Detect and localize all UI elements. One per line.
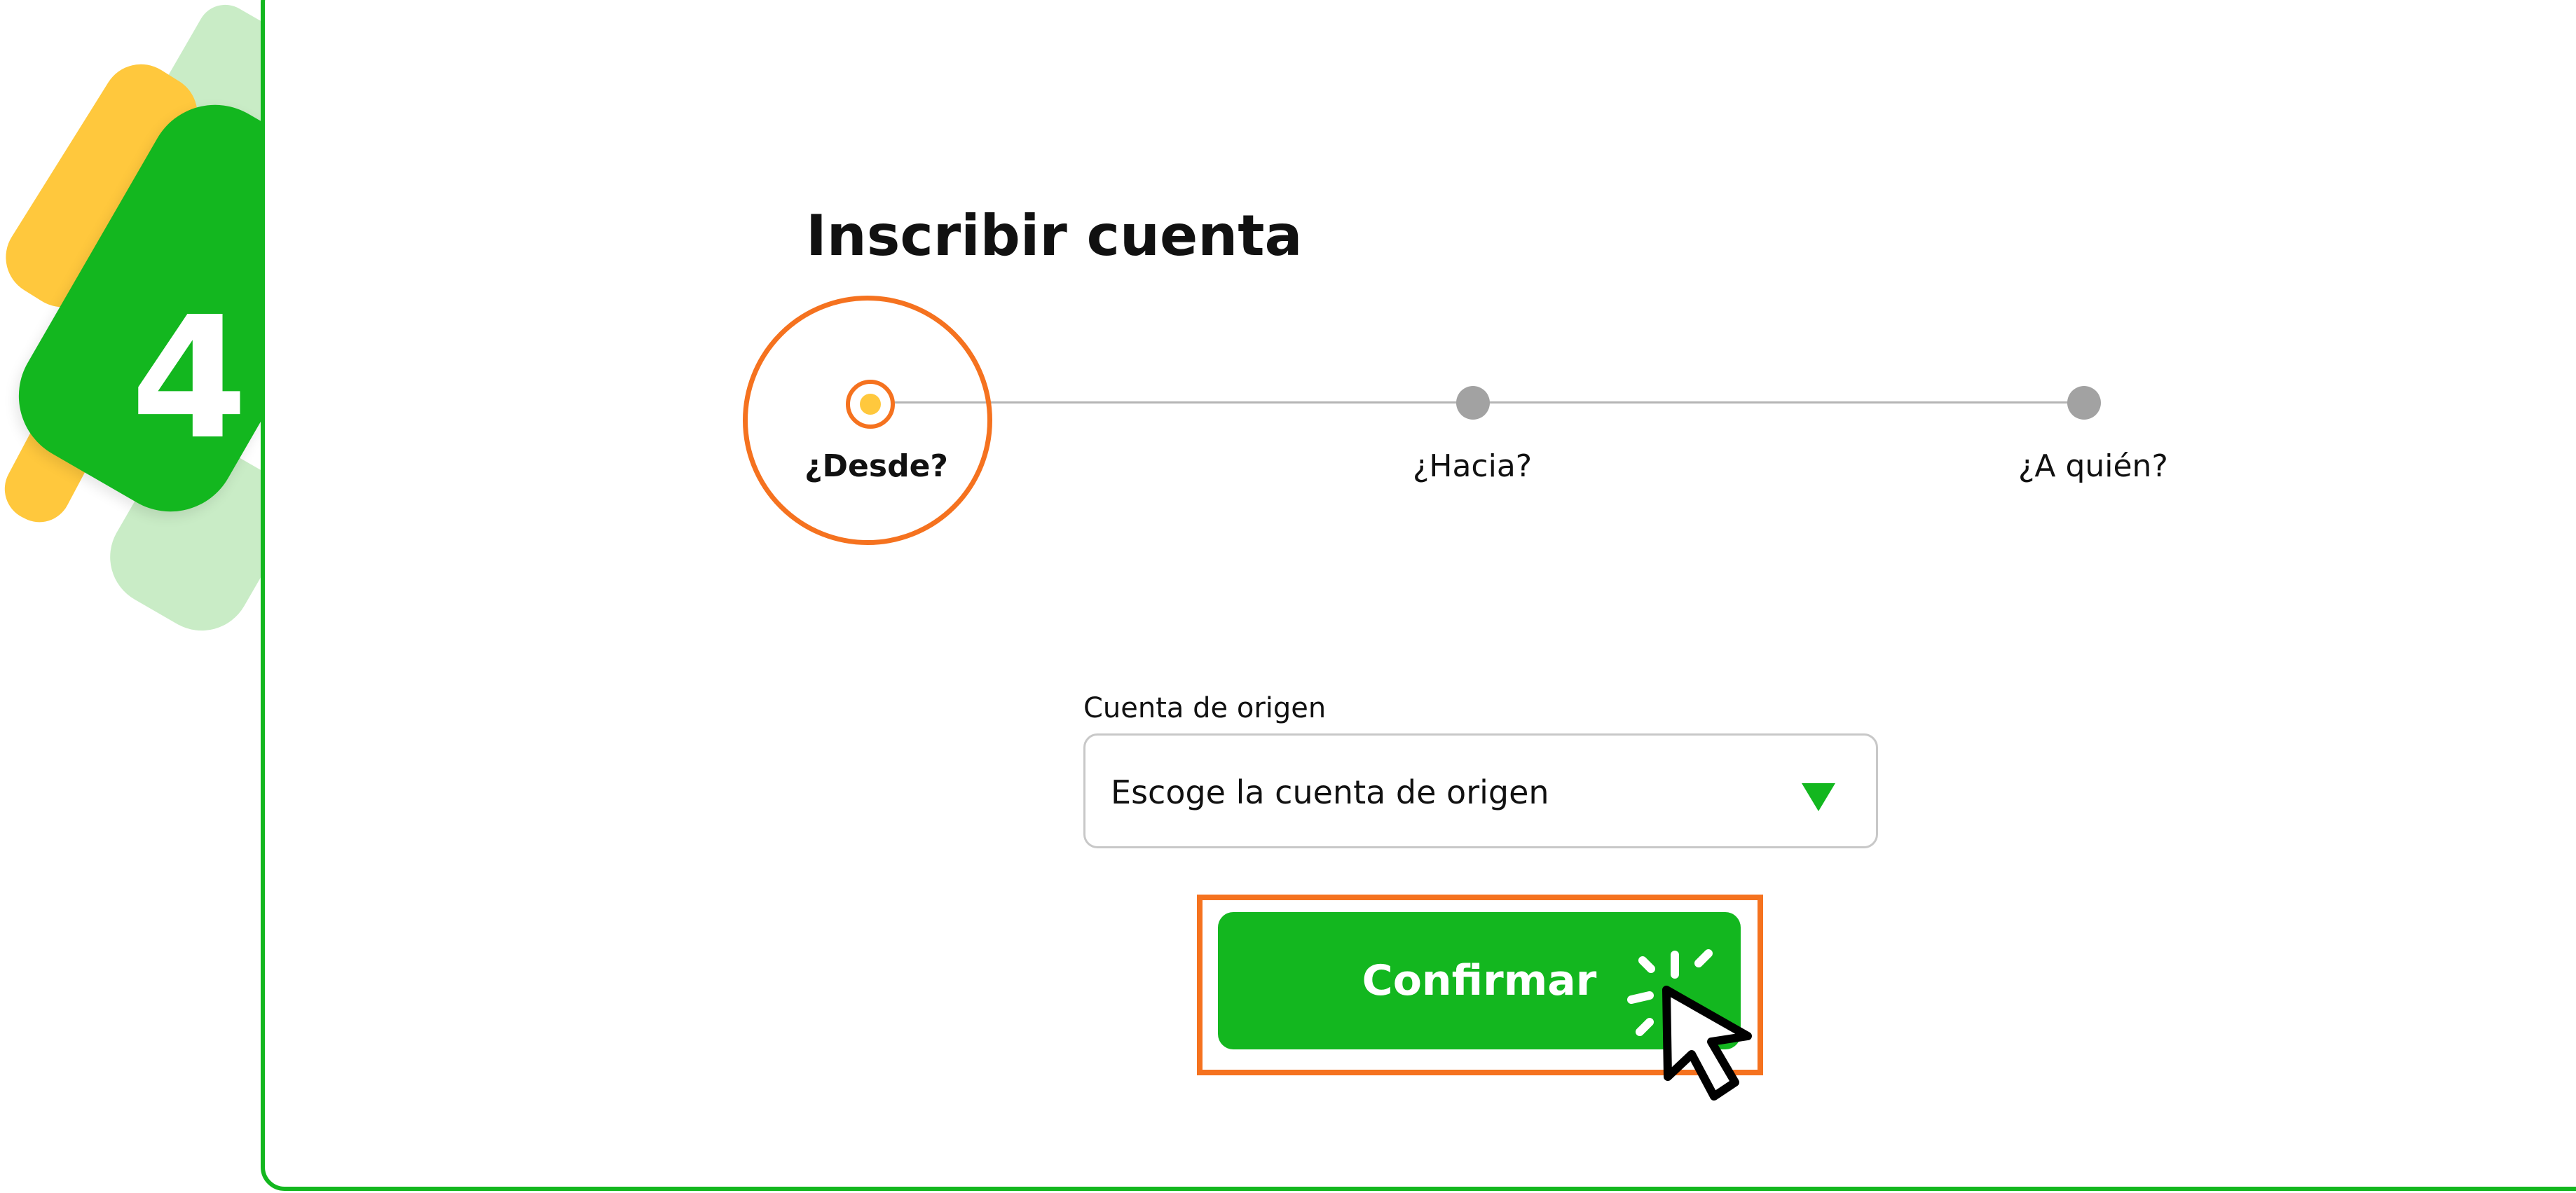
step-indicator <box>1456 386 1490 420</box>
step-indicator-active-fill <box>860 394 881 415</box>
origin-account-label: Cuenta de origen <box>1083 692 1327 724</box>
step-label-hacia: ¿Hacia? <box>1413 448 1533 484</box>
step-label-desde: ¿Desde? <box>804 448 948 484</box>
step-indicator <box>2067 386 2101 420</box>
confirm-button-label: Confirmar <box>1362 956 1597 1005</box>
step-indicator-active <box>846 380 895 429</box>
step-number: 4 <box>130 280 248 476</box>
triangle-down-icon <box>1802 783 1835 811</box>
page-title: Inscribir cuenta <box>806 203 1303 268</box>
step-badge: 4 <box>0 0 280 658</box>
origin-account-select[interactable]: Escoge la cuenta de origen <box>1083 733 1878 848</box>
origin-account-select-value: Escoge la cuenta de origen <box>1111 773 1549 811</box>
mouse-pointer-click-icon <box>1627 949 1752 1101</box>
step-label-a-quien: ¿A quién? <box>2018 448 2168 484</box>
